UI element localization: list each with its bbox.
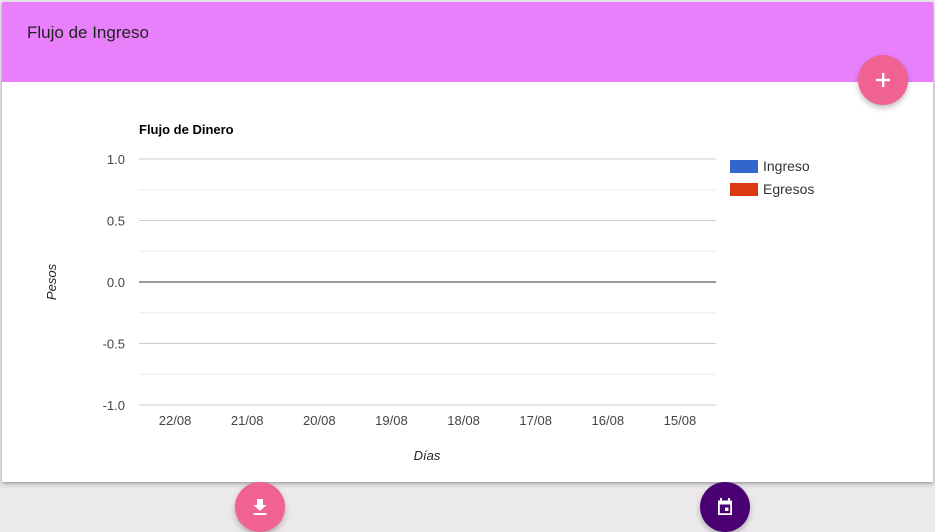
- x-tick-label: 15/08: [664, 413, 697, 428]
- download-icon: [253, 499, 267, 515]
- x-tick-label: 16/08: [592, 413, 625, 428]
- calendar-button[interactable]: [700, 482, 750, 532]
- chart-title: Flujo de Dinero: [139, 122, 234, 137]
- legend-label: Ingreso: [763, 158, 810, 174]
- legend-swatch: [730, 160, 758, 173]
- calendar-icon: [718, 498, 732, 515]
- x-tick-label: 20/08: [303, 413, 336, 428]
- x-tick-label: 18/08: [447, 413, 480, 428]
- y-tick-label: 0.0: [107, 275, 125, 290]
- plus-icon: [876, 73, 890, 87]
- download-button[interactable]: [235, 482, 285, 532]
- money-flow-chart: 1.0 0.5 0.0 -0.5 -1.0 22/08 21/08 20/08 19/08 18…: [44, 122, 814, 463]
- y-tick-label: -1.0: [103, 398, 125, 413]
- income-flow-card: Flujo de Ingreso 1.0 0.5 0.0 -0.5 -1.0 22/08…: [2, 2, 933, 482]
- add-button[interactable]: [858, 55, 908, 105]
- y-tick-label: 0.5: [107, 214, 125, 229]
- y-axis-label: Pesos: [44, 263, 59, 300]
- y-tick-label: 1.0: [107, 152, 125, 167]
- x-tick-label: 22/08: [159, 413, 192, 428]
- y-tick-label: -0.5: [103, 337, 125, 352]
- legend-label: Egresos: [763, 181, 814, 197]
- x-tick-label: 17/08: [519, 413, 552, 428]
- x-axis-label: Días: [414, 448, 441, 463]
- legend-swatch: [730, 183, 758, 196]
- x-tick-label: 19/08: [375, 413, 408, 428]
- x-tick-label: 21/08: [231, 413, 264, 428]
